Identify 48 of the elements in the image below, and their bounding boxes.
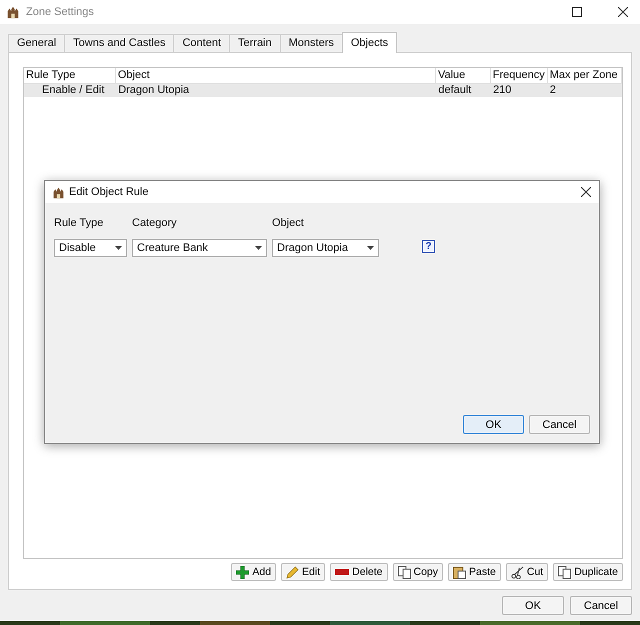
dialog-button[interactable]: OK (463, 415, 524, 434)
dialog-button[interactable]: Cancel (529, 415, 590, 434)
toolbar-button[interactable]: Copy (392, 563, 444, 581)
field-label: Rule Type (54, 217, 104, 229)
copy-icon (398, 566, 410, 578)
close-icon[interactable] (581, 187, 591, 197)
table-cell-text: 210 (492, 84, 512, 97)
caret-icon (255, 246, 262, 250)
maximize-icon[interactable] (572, 7, 582, 17)
tab[interactable]: General (8, 34, 66, 52)
field-label: Category (132, 217, 178, 229)
castle-icon (52, 186, 65, 198)
help-icon[interactable]: ? (422, 240, 435, 253)
dialog-button[interactable]: Cancel (570, 596, 632, 615)
dropdown[interactable]: Creature Bank (132, 239, 267, 257)
scissors-icon (510, 566, 524, 578)
dialog-button[interactable]: OK (502, 596, 564, 615)
castle-icon (6, 5, 20, 19)
close-icon[interactable] (618, 7, 628, 17)
dropdown[interactable]: Disable (54, 239, 127, 257)
caret-icon (115, 246, 122, 250)
table-cell-text: 2 (548, 84, 557, 97)
caret-icon (367, 246, 374, 250)
column-header[interactable]: Value (436, 68, 491, 83)
toolbar-button[interactable]: Edit (281, 563, 326, 581)
window-title: Zone Settings (26, 6, 94, 18)
clipboard-icon (453, 566, 466, 578)
minus-icon (335, 569, 350, 575)
toolbar-button[interactable]: Add (231, 563, 276, 581)
pencil-icon (286, 566, 300, 578)
toolbar-button[interactable]: Delete (330, 563, 388, 581)
toolbar-button[interactable]: Paste (448, 563, 501, 581)
field-label: Object (272, 217, 305, 229)
table-row[interactable]: Enable / Edit Dragon Utopia default 210 2 (24, 84, 622, 97)
column-header[interactable]: Frequency (490, 68, 548, 83)
column-header[interactable]: Object (116, 68, 436, 83)
table-cell-text: Enable / Edit (41, 84, 106, 97)
column-header[interactable]: Rule Type (24, 68, 116, 83)
dropdown[interactable]: Dragon Utopia (272, 239, 379, 257)
copy-icon (558, 566, 572, 578)
table-cell-text: Dragon Utopia (117, 84, 190, 97)
dialog-title: Edit Object Rule (69, 186, 148, 198)
toolbar-button[interactable]: Duplicate (553, 563, 623, 581)
plus-icon (236, 566, 250, 578)
tab[interactable]: Objects (342, 32, 398, 53)
table-cell-text: default (437, 84, 472, 97)
toolbar-button[interactable]: Cut (506, 563, 548, 581)
column-header[interactable]: Max per Zone (548, 68, 622, 83)
